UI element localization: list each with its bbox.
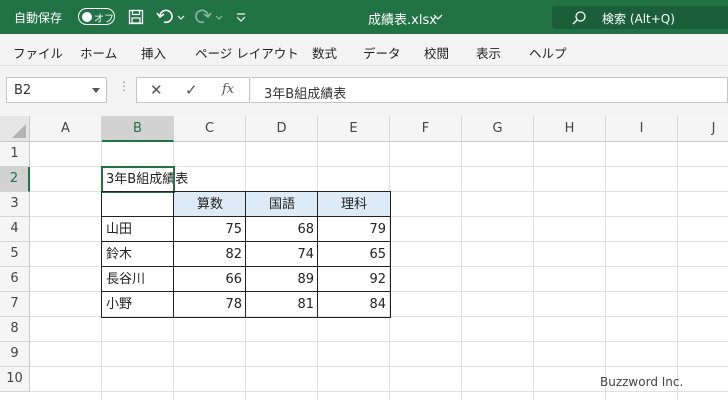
redo-icon[interactable] <box>194 7 224 27</box>
select-all-icon <box>12 124 26 138</box>
search-icon <box>570 8 588 28</box>
formula-value: 3年B組成績表 <box>264 87 347 102</box>
tab-file[interactable]: ファイル <box>13 43 63 62</box>
formula-bar: B2 ⋮ ✕ ✓ fx 3年B組成績表 <box>0 66 728 116</box>
tab-review[interactable]: 校閲 <box>424 43 449 62</box>
row-header-1[interactable]: 1 <box>0 142 30 167</box>
tab-data[interactable]: データ <box>363 43 401 62</box>
column-header-d[interactable]: D <box>246 116 318 142</box>
tab-insert[interactable]: 挿入 <box>141 43 166 62</box>
table-divider <box>173 191 174 318</box>
gridline <box>605 142 606 400</box>
save-icon[interactable] <box>126 7 146 27</box>
table-divider <box>101 291 391 292</box>
row-header-7[interactable]: 7 <box>0 292 30 317</box>
column-header-g[interactable]: G <box>462 116 534 142</box>
undo-icon[interactable] <box>156 7 186 27</box>
table-divider <box>317 191 318 318</box>
name-box-value: B2 <box>14 83 32 98</box>
row-header-2[interactable]: 2 <box>0 167 30 192</box>
gridline <box>677 142 678 400</box>
table-outline <box>101 191 391 318</box>
ribbon-tabs: ファイル ホーム 挿入 ページ レイアウト 数式 データ 校閲 表示 ヘルプ <box>0 34 728 66</box>
enter-icon[interactable]: ✓ <box>185 81 198 99</box>
row-header-10[interactable]: 10 <box>0 367 30 392</box>
row-header-5[interactable]: 5 <box>0 242 30 267</box>
more-options-icon[interactable]: ⋮ <box>118 79 130 93</box>
row-header-4[interactable]: 4 <box>0 217 30 242</box>
row-header-9[interactable]: 9 <box>0 342 30 367</box>
table-divider <box>101 241 391 242</box>
column-header-f[interactable]: F <box>390 116 462 142</box>
title-bar: 自動保存 オフ 成績表.xlsx 検索 (Alt+Q) <box>0 0 728 34</box>
name-box[interactable]: B2 <box>6 77 107 103</box>
watermark: Buzzword Inc. <box>600 375 684 389</box>
table-divider <box>101 266 391 267</box>
table-divider <box>245 191 246 318</box>
row-header-8[interactable]: 8 <box>0 317 30 342</box>
column-header-e[interactable]: E <box>318 116 390 142</box>
tab-page-layout[interactable]: ページ レイアウト <box>195 43 299 62</box>
tab-help[interactable]: ヘルプ <box>529 43 567 62</box>
column-header-c[interactable]: C <box>174 116 246 142</box>
column-header-h[interactable]: H <box>534 116 606 142</box>
gridline <box>533 142 534 400</box>
formula-buttons: ✕ ✓ fx <box>136 77 250 103</box>
spreadsheet-grid: A B C D E F G H I J 1 2 3 4 5 6 7 8 9 10… <box>0 116 728 400</box>
search-placeholder: 検索 (Alt+Q) <box>602 12 675 26</box>
column-header-i[interactable]: I <box>606 116 678 142</box>
column-header-a[interactable]: A <box>30 116 102 142</box>
document-title: 成績表.xlsx <box>368 13 437 28</box>
chevron-down-icon[interactable] <box>432 7 444 27</box>
gridline <box>461 142 462 400</box>
customize-toolbar-icon[interactable] <box>234 7 248 27</box>
table-divider <box>101 216 391 217</box>
row-header-6[interactable]: 6 <box>0 267 30 292</box>
autosave-toggle[interactable]: オフ <box>78 8 115 25</box>
tab-formulas[interactable]: 数式 <box>312 43 337 62</box>
column-header-j[interactable]: J <box>678 116 728 142</box>
autosave-label: 自動保存 <box>14 11 63 25</box>
formula-input[interactable]: 3年B組成績表 <box>251 77 728 103</box>
select-all-corner[interactable] <box>0 116 30 142</box>
tab-home[interactable]: ホーム <box>80 43 117 62</box>
row-header-3[interactable]: 3 <box>0 192 30 217</box>
cancel-icon[interactable]: ✕ <box>150 81 163 99</box>
autosave-state: オフ <box>94 14 114 25</box>
gridline <box>30 391 728 392</box>
toggle-knob <box>82 11 92 22</box>
selected-cell-outline <box>101 166 175 193</box>
column-header-b[interactable]: B <box>102 116 174 142</box>
tab-view[interactable]: 表示 <box>476 43 501 62</box>
insert-function-icon[interactable]: fx <box>222 82 234 97</box>
gridline <box>30 366 728 367</box>
gridline <box>30 341 728 342</box>
chevron-down-icon[interactable] <box>92 88 100 93</box>
search-box[interactable]: 検索 (Alt+Q) <box>552 6 728 29</box>
